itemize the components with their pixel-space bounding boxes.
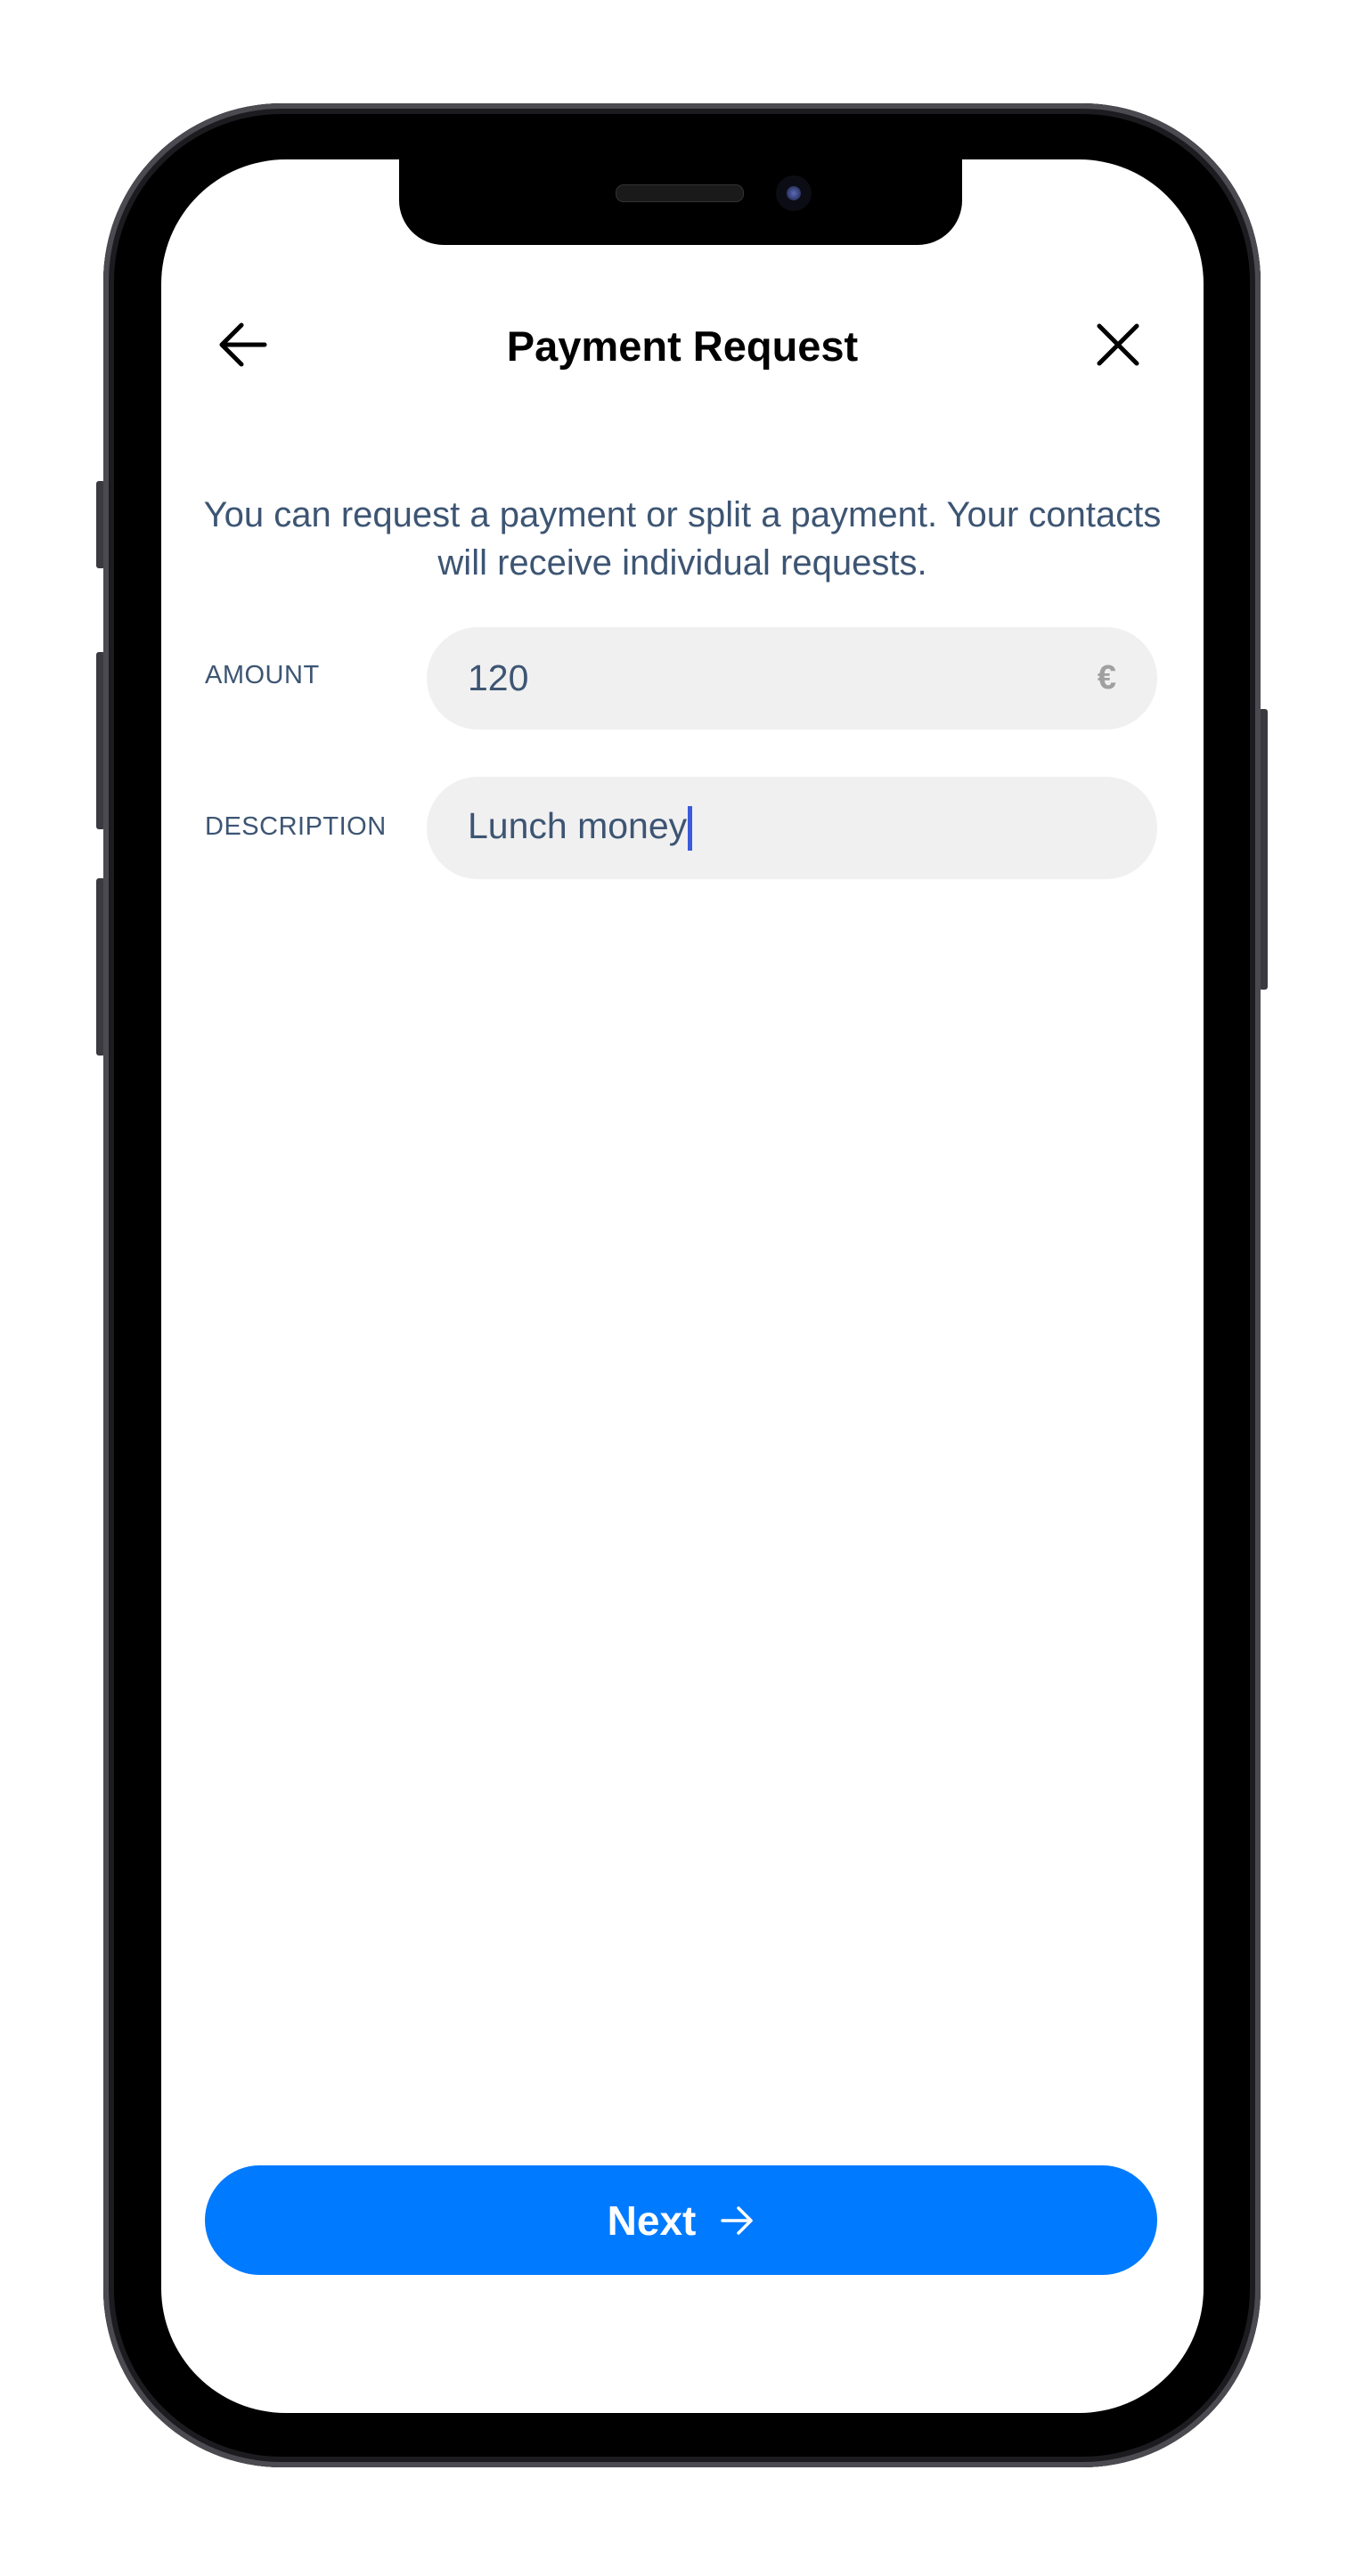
description-label: DESCRIPTION [205, 812, 387, 841]
next-button[interactable]: Next [205, 2165, 1157, 2275]
screen: Payment Request You can request a paymen… [161, 159, 1204, 2413]
amount-field[interactable]: 120 € [427, 627, 1157, 730]
next-label: Next [607, 2197, 697, 2244]
camera [776, 175, 812, 211]
arrow-right-icon [721, 2205, 754, 2235]
page-title: Payment Request [506, 322, 859, 370]
text-cursor [688, 806, 693, 852]
close-icon [1097, 323, 1139, 366]
intro-text: You can request a payment or split a pay… [203, 495, 1162, 583]
speaker [616, 184, 744, 202]
description-field[interactable]: Lunch money [427, 777, 1157, 879]
notch [399, 159, 962, 245]
close-button[interactable] [1091, 318, 1145, 371]
amount-value: 120 [468, 657, 529, 698]
description-value: Lunch money [468, 804, 688, 846]
amount-label: AMOUNT [205, 661, 320, 689]
currency-symbol: € [1097, 659, 1116, 697]
